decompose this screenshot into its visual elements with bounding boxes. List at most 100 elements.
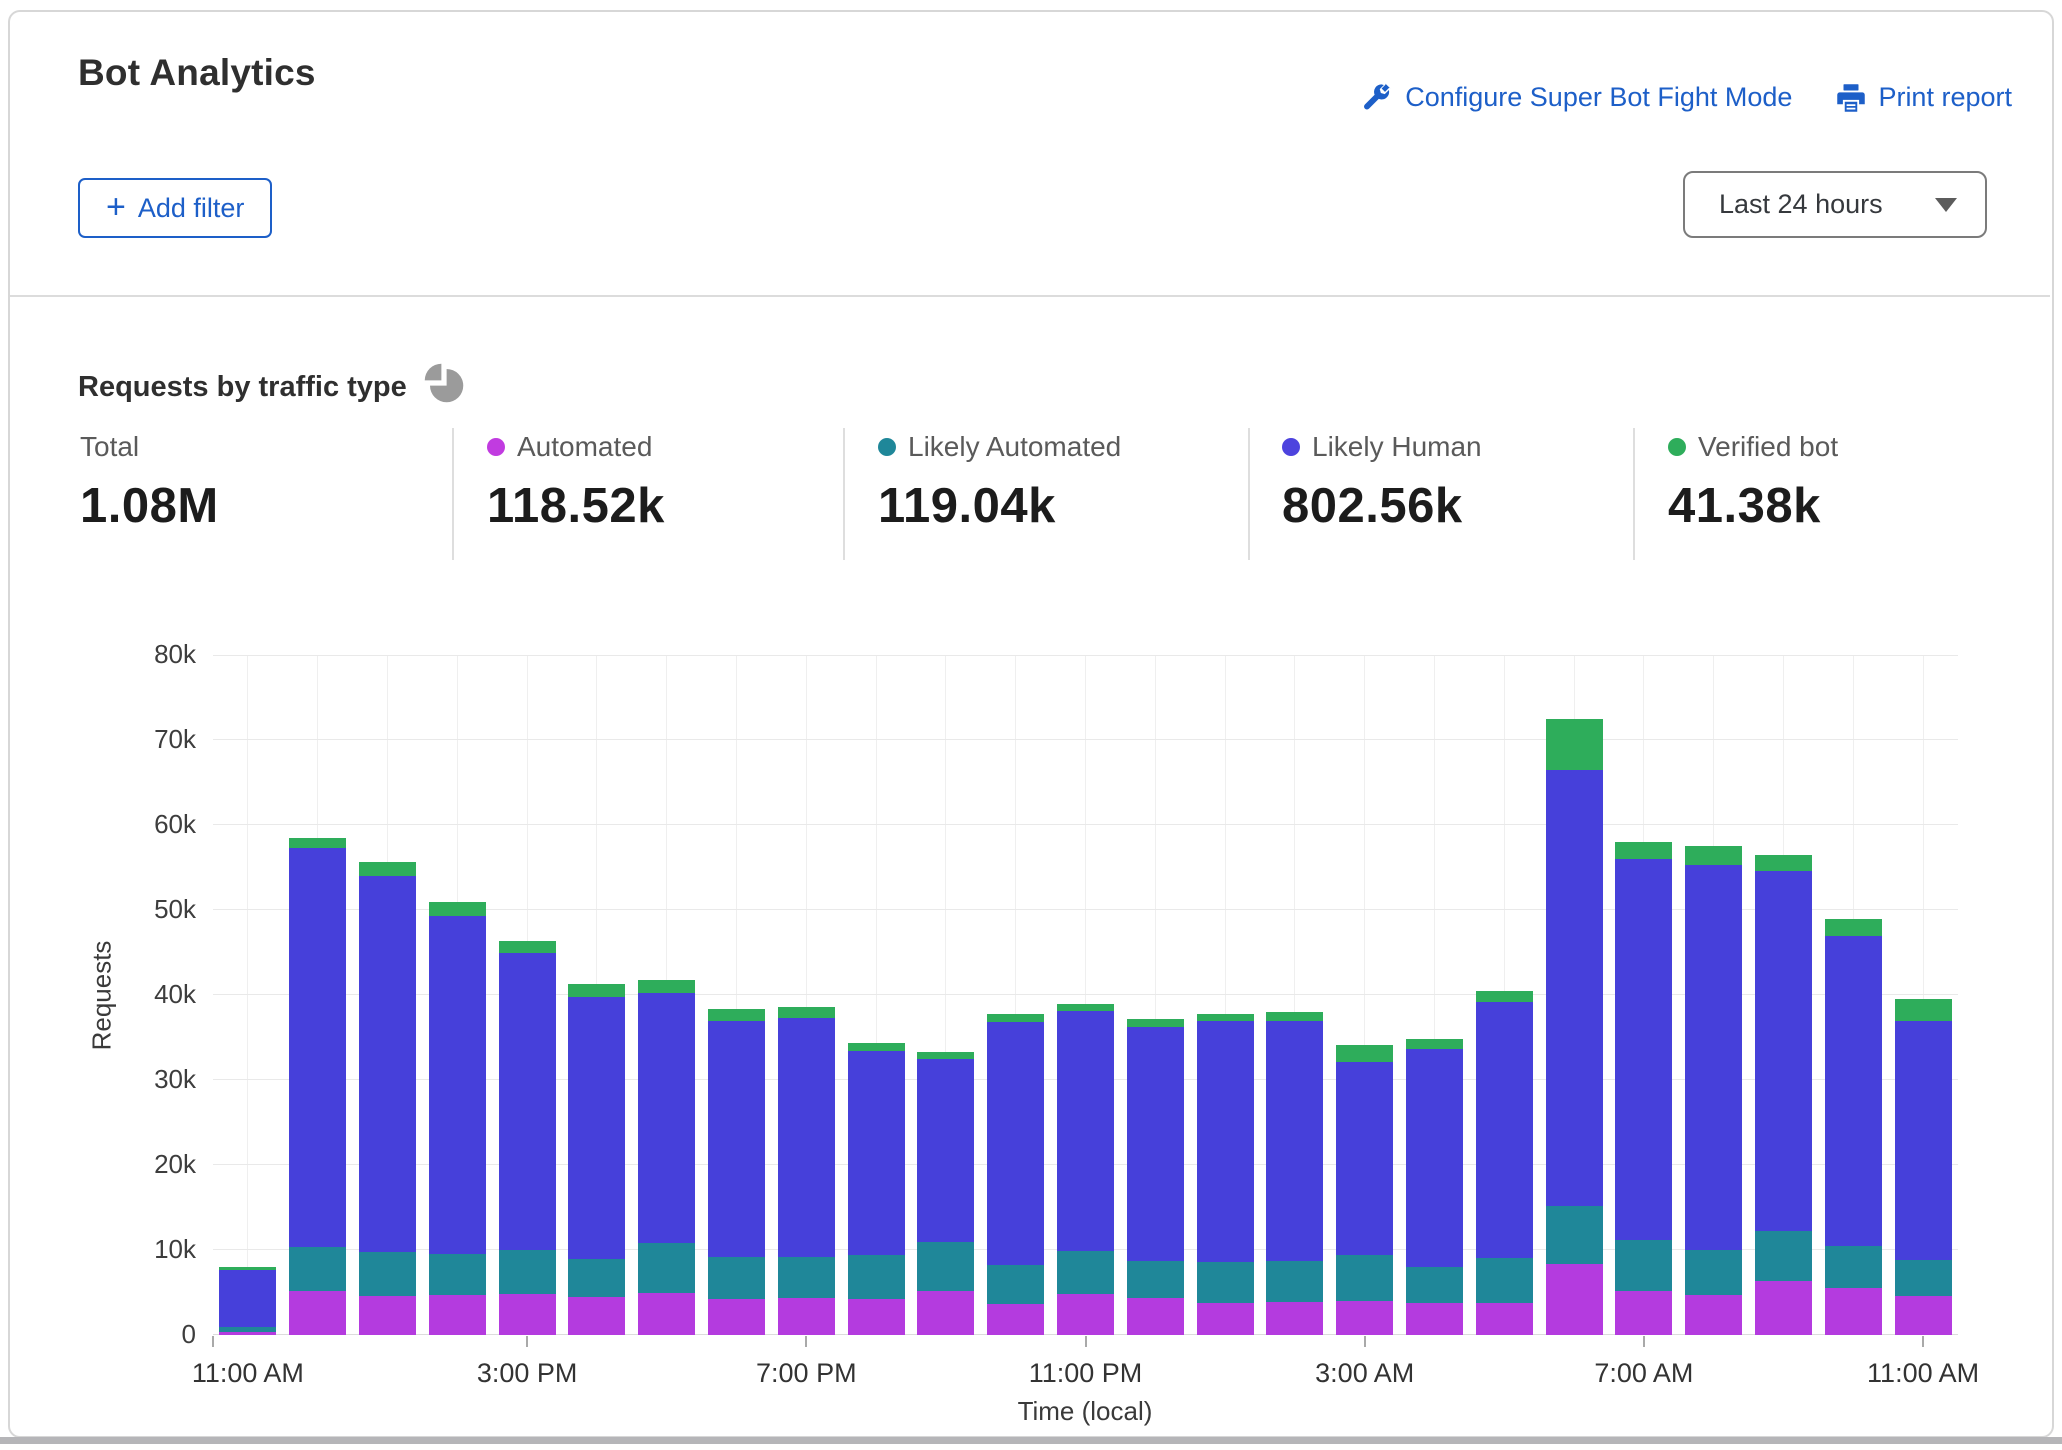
bar-segment-likely-human[interactable] [568, 997, 625, 1259]
bar-segment-likely-human[interactable] [1825, 936, 1882, 1246]
bar-segment-likely-automated[interactable] [848, 1255, 905, 1299]
bar-segment-verified-bot[interactable] [359, 862, 416, 876]
bar-segment-automated[interactable] [848, 1299, 905, 1335]
bar-segment-likely-automated[interactable] [1546, 1206, 1603, 1265]
bar-segment-automated[interactable] [638, 1293, 695, 1335]
chart-bar[interactable] [1406, 655, 1463, 1335]
bar-segment-verified-bot[interactable] [1127, 1019, 1184, 1028]
bar-segment-verified-bot[interactable] [1895, 999, 1952, 1020]
bar-segment-automated[interactable] [1755, 1281, 1812, 1335]
bar-segment-automated[interactable] [219, 1332, 276, 1335]
stat-total[interactable]: Total 1.08M [80, 430, 219, 534]
chart-bar[interactable] [219, 655, 276, 1335]
bar-segment-likely-human[interactable] [987, 1022, 1044, 1265]
chart-bar[interactable] [568, 655, 625, 1335]
bar-segment-likely-human[interactable] [1755, 871, 1812, 1231]
bar-segment-automated[interactable] [1546, 1264, 1603, 1335]
chart-bar[interactable] [289, 655, 346, 1335]
bar-segment-automated[interactable] [1197, 1303, 1254, 1335]
bar-segment-verified-bot[interactable] [848, 1043, 905, 1051]
print-report-link[interactable]: Print report [1836, 82, 2012, 113]
bar-segment-likely-automated[interactable] [638, 1243, 695, 1293]
stat-likely-automated[interactable]: Likely Automated 119.04k [878, 430, 1121, 534]
bar-segment-automated[interactable] [917, 1291, 974, 1335]
bar-segment-automated[interactable] [1057, 1294, 1114, 1335]
bar-segment-likely-automated[interactable] [359, 1252, 416, 1296]
configure-super-bot-fight-mode-link[interactable]: Configure Super Bot Fight Mode [1363, 82, 1792, 113]
chart-bar[interactable] [1685, 655, 1742, 1335]
bar-segment-likely-human[interactable] [499, 953, 556, 1250]
bar-segment-verified-bot[interactable] [1755, 855, 1812, 871]
bar-segment-likely-automated[interactable] [917, 1242, 974, 1290]
chart-bar[interactable] [1615, 655, 1672, 1335]
bar-segment-likely-automated[interactable] [568, 1259, 625, 1297]
bar-segment-automated[interactable] [778, 1298, 835, 1335]
bar-segment-likely-human[interactable] [708, 1021, 765, 1257]
requests-by-traffic-type-chart[interactable] [213, 655, 1958, 1335]
bar-segment-likely-human[interactable] [1336, 1062, 1393, 1255]
chart-bar[interactable] [1476, 655, 1533, 1335]
bar-segment-verified-bot[interactable] [1336, 1045, 1393, 1062]
chart-bar[interactable] [499, 655, 556, 1335]
bar-segment-likely-human[interactable] [848, 1051, 905, 1255]
bar-segment-likely-human[interactable] [1615, 859, 1672, 1240]
bar-segment-likely-automated[interactable] [1615, 1240, 1672, 1291]
bar-segment-likely-automated[interactable] [1197, 1262, 1254, 1303]
bar-segment-likely-human[interactable] [1546, 770, 1603, 1206]
bar-segment-likely-automated[interactable] [429, 1254, 486, 1295]
bar-segment-automated[interactable] [499, 1294, 556, 1335]
bar-segment-automated[interactable] [568, 1297, 625, 1335]
bar-segment-likely-human[interactable] [1266, 1021, 1323, 1261]
bar-segment-likely-human[interactable] [289, 848, 346, 1248]
bar-segment-likely-human[interactable] [429, 916, 486, 1254]
chart-bar[interactable] [1197, 655, 1254, 1335]
bar-segment-likely-human[interactable] [778, 1018, 835, 1257]
bar-segment-verified-bot[interactable] [1685, 846, 1742, 865]
bar-segment-likely-automated[interactable] [289, 1247, 346, 1290]
bar-segment-automated[interactable] [1615, 1291, 1672, 1335]
chart-bar[interactable] [1057, 655, 1114, 1335]
bar-segment-likely-automated[interactable] [1895, 1260, 1952, 1296]
bar-segment-likely-automated[interactable] [1476, 1258, 1533, 1303]
chart-bar[interactable] [1336, 655, 1393, 1335]
stat-likely-human[interactable]: Likely Human 802.56k [1282, 430, 1482, 534]
bar-segment-likely-human[interactable] [1476, 1002, 1533, 1258]
bar-segment-likely-human[interactable] [1127, 1027, 1184, 1261]
chart-bar[interactable] [359, 655, 416, 1335]
bar-segment-verified-bot[interactable] [987, 1014, 1044, 1023]
bar-segment-verified-bot[interactable] [638, 980, 695, 994]
bar-segment-verified-bot[interactable] [708, 1009, 765, 1020]
bar-segment-automated[interactable] [359, 1296, 416, 1335]
chart-bar[interactable] [778, 655, 835, 1335]
bar-segment-likely-human[interactable] [1197, 1021, 1254, 1262]
bar-segment-likely-human[interactable] [1406, 1049, 1463, 1267]
bar-segment-likely-automated[interactable] [1825, 1246, 1882, 1289]
bar-segment-likely-automated[interactable] [1685, 1250, 1742, 1295]
chart-bar[interactable] [848, 655, 905, 1335]
bar-segment-likely-automated[interactable] [708, 1257, 765, 1300]
chart-bar[interactable] [429, 655, 486, 1335]
bar-segment-likely-human[interactable] [1895, 1021, 1952, 1261]
bar-segment-automated[interactable] [1127, 1298, 1184, 1335]
bar-segment-likely-human[interactable] [1685, 865, 1742, 1250]
bar-segment-automated[interactable] [429, 1295, 486, 1335]
bar-segment-likely-automated[interactable] [1336, 1255, 1393, 1301]
bar-segment-automated[interactable] [1266, 1302, 1323, 1335]
chart-bar[interactable] [638, 655, 695, 1335]
add-filter-button[interactable]: + Add filter [78, 178, 272, 238]
bar-segment-verified-bot[interactable] [289, 838, 346, 848]
bar-segment-likely-automated[interactable] [987, 1265, 1044, 1303]
chart-bar[interactable] [1546, 655, 1603, 1335]
bar-segment-verified-bot[interactable] [1057, 1004, 1114, 1012]
bar-segment-likely-automated[interactable] [1127, 1261, 1184, 1298]
bar-segment-automated[interactable] [987, 1304, 1044, 1335]
bar-segment-verified-bot[interactable] [429, 902, 486, 916]
bar-segment-likely-automated[interactable] [499, 1250, 556, 1294]
bar-segment-likely-automated[interactable] [1406, 1267, 1463, 1303]
chart-bar[interactable] [1755, 655, 1812, 1335]
bar-segment-verified-bot[interactable] [1406, 1039, 1463, 1049]
bar-segment-automated[interactable] [1685, 1295, 1742, 1335]
bar-segment-verified-bot[interactable] [1825, 919, 1882, 936]
stat-verified-bot[interactable]: Verified bot 41.38k [1668, 430, 1838, 534]
bar-segment-verified-bot[interactable] [1615, 842, 1672, 859]
